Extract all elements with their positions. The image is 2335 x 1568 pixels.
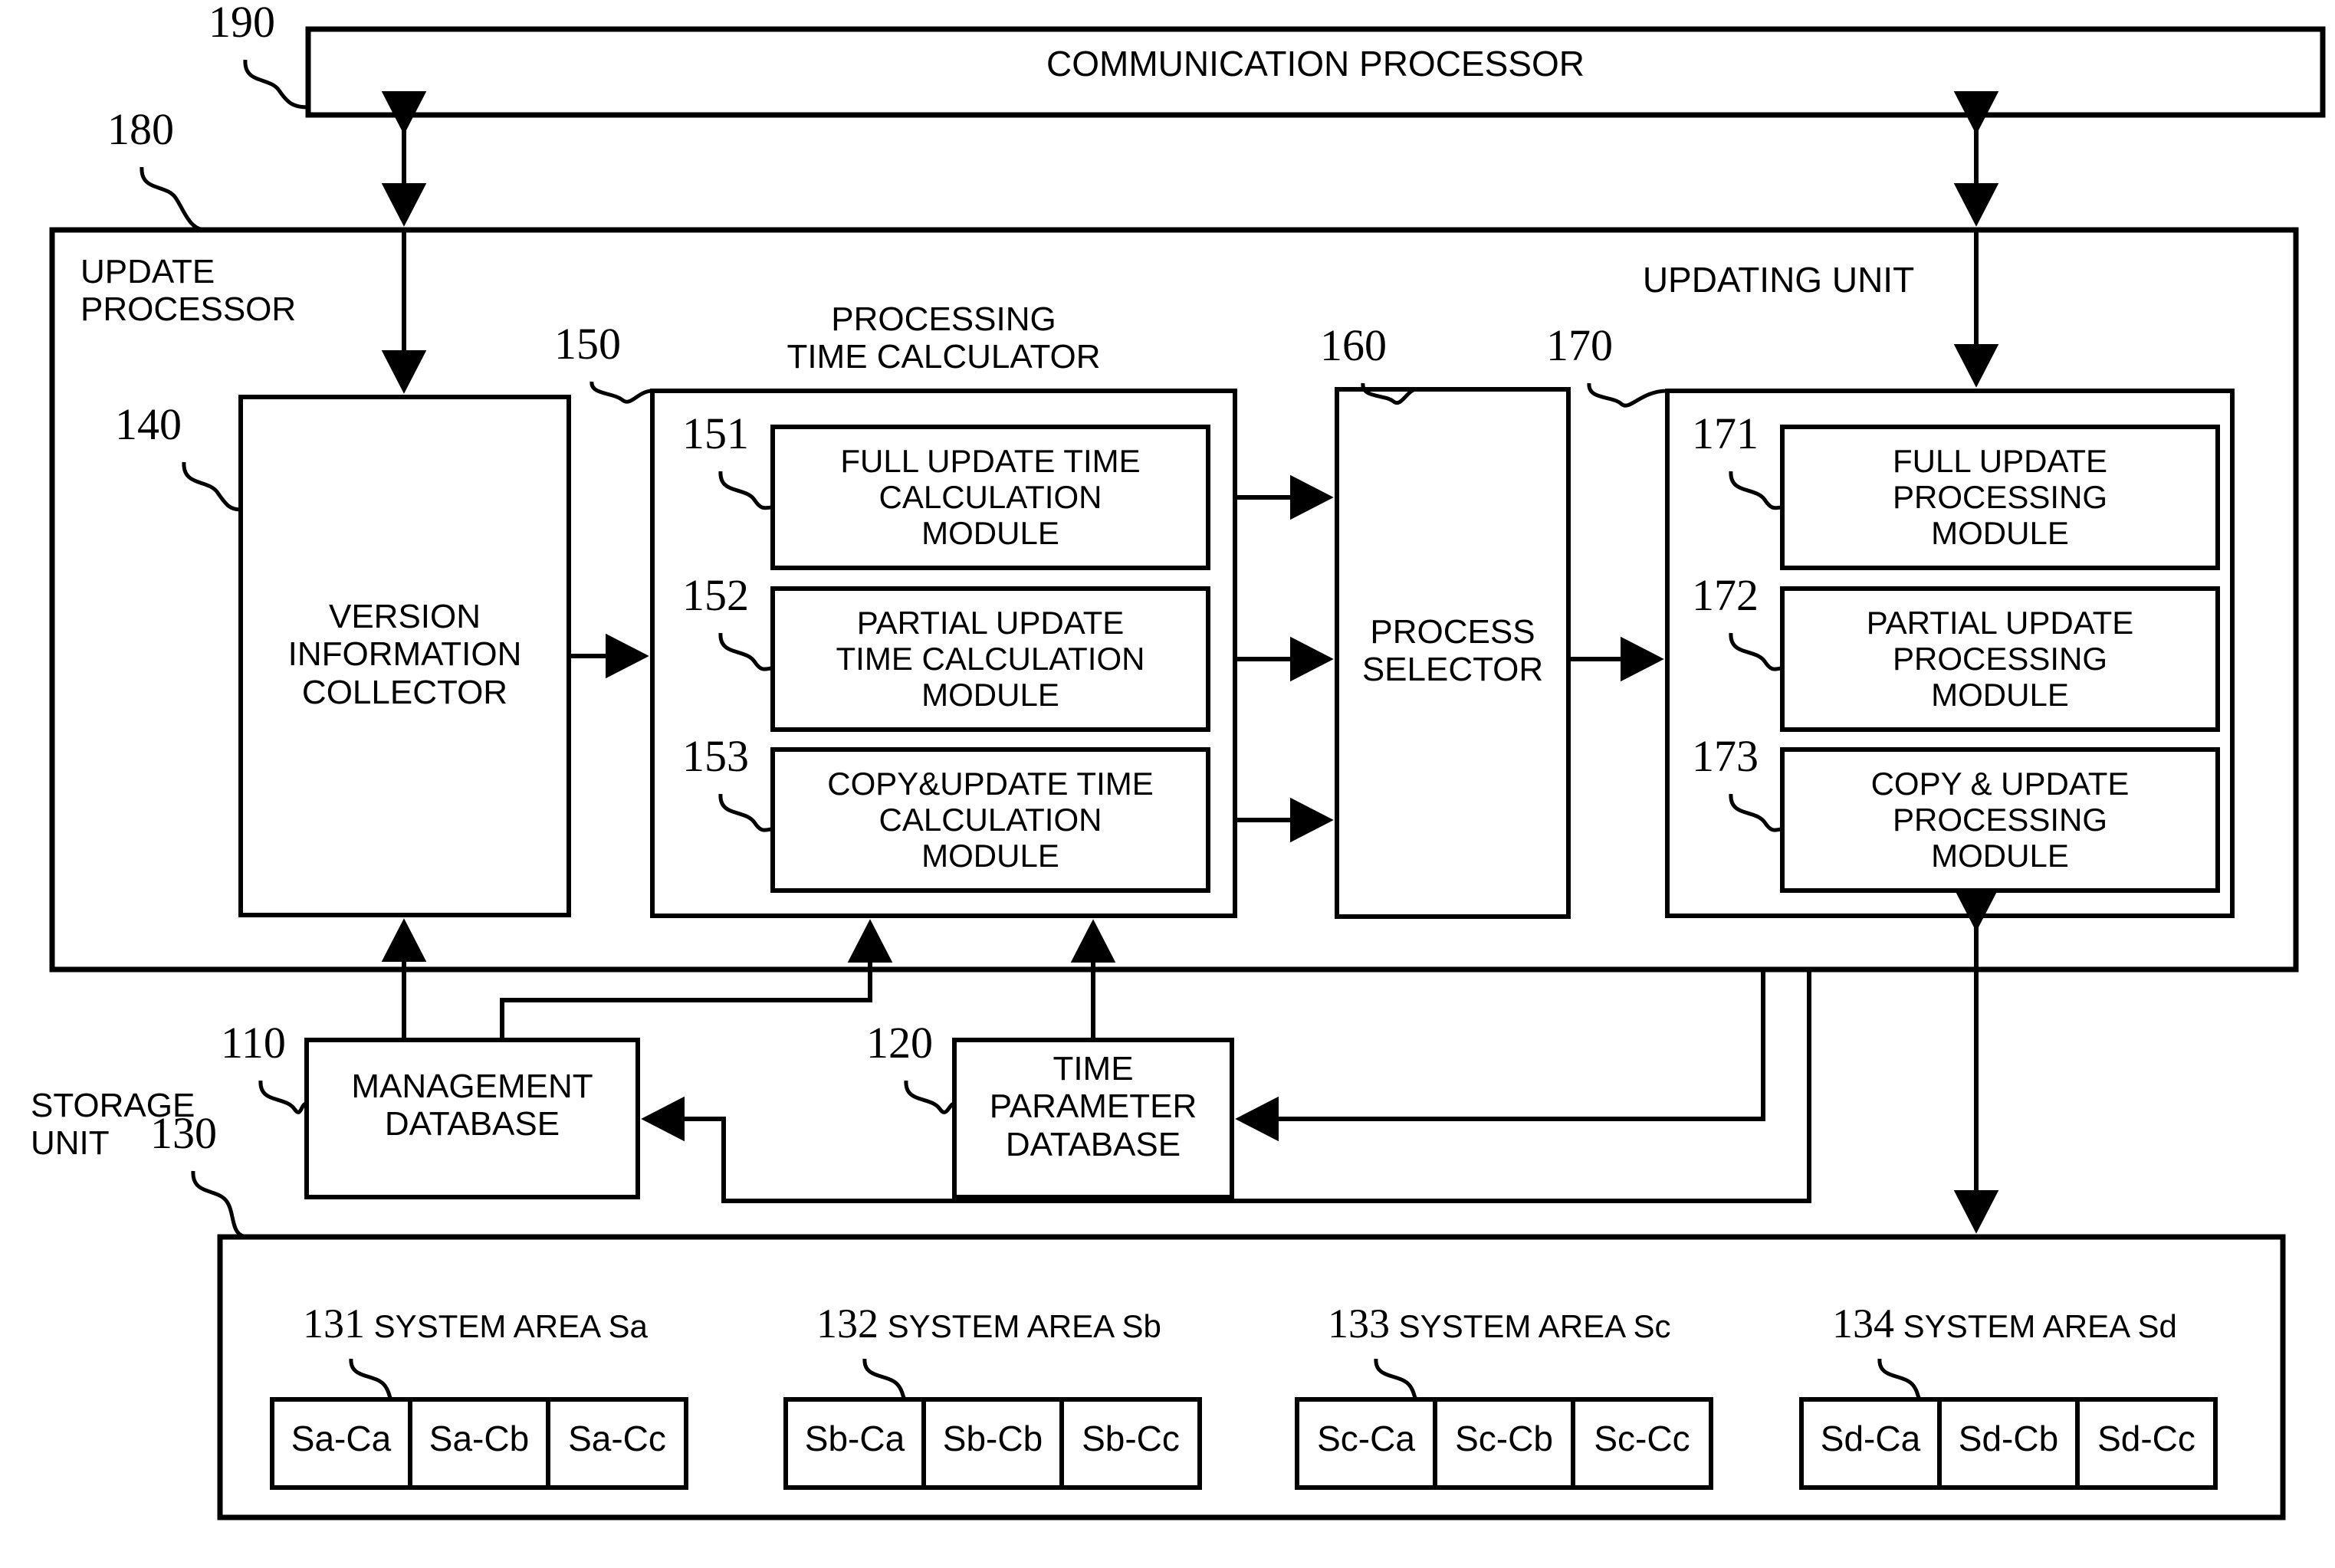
leader-173: [1729, 793, 1783, 832]
leader-133: [1374, 1358, 1420, 1402]
storage-unit-label: STORAGE UNIT: [31, 1087, 195, 1163]
partial-update-time-calculation-module-label: PARTIAL UPDATE TIME CALCULATION MODULE: [836, 605, 1145, 713]
ref-number-173: 173: [1692, 731, 1759, 781]
leader-130: [191, 1170, 249, 1239]
cell-sc-ca: Sc-Ca: [1317, 1419, 1415, 1458]
ref-number-170: 170: [1546, 320, 1613, 370]
leader-190: [243, 59, 309, 110]
cell-sd-cc: Sd-Cc: [2097, 1419, 2195, 1458]
leader-131: [349, 1358, 396, 1402]
system-area-sd-heading: 134 SYSTEM AREA Sd: [1832, 1303, 2231, 1344]
communication-processor-label: COMMUNICATION PROCESSOR: [1046, 44, 1585, 84]
leader-152: [718, 632, 773, 671]
ref-number-172: 172: [1692, 570, 1759, 620]
leader-151: [718, 471, 773, 510]
partial-update-processing-module-label: PARTIAL UPDATE PROCESSING MODULE: [1866, 605, 2134, 713]
full-update-processing-module-label: FULL UPDATE PROCESSING MODULE: [1892, 443, 2108, 552]
leader-150: [589, 381, 653, 404]
connector-management-db-to-time-calculator: [500, 919, 893, 1040]
processing-time-calculator-label: PROCESSING TIME CALCULATOR: [787, 300, 1101, 376]
leader-134: [1877, 1358, 1924, 1402]
leader-153: [718, 793, 773, 832]
system-area-sb-label: SYSTEM AREA Sb: [887, 1308, 1161, 1344]
system-area-sc-heading: 133 SYSTEM AREA Sc: [1328, 1303, 1726, 1344]
system-area-sa-heading: 131 SYSTEM AREA Sa: [303, 1303, 701, 1344]
full-update-time-calculation-module-label: FULL UPDATE TIME CALCULATION MODULE: [840, 443, 1141, 552]
system-area-sa-label: SYSTEM AREA Sa: [373, 1308, 648, 1344]
cell-sa-cb: Sa-Cb: [429, 1419, 530, 1458]
updating-unit-label: UPDATING UNIT: [1642, 260, 1915, 300]
leader-160: [1361, 382, 1417, 405]
ref-number-132: 132: [816, 1301, 878, 1347]
management-database-label: MANAGEMENT DATABASE: [351, 1068, 593, 1143]
ref-number-153: 153: [682, 731, 749, 781]
patent-figure-canvas: 190 180 140 150 151 152 153 160 170 171 …: [0, 0, 2335, 1568]
system-area-sc-label: SYSTEM AREA Sc: [1398, 1308, 1671, 1344]
copy-update-processing-module-label: COPY & UPDATE PROCESSING MODULE: [1870, 766, 2130, 874]
ref-number-150: 150: [554, 319, 621, 369]
connector-updating-unit-to-time-param-db: [1235, 969, 1765, 1142]
update-processor-label: UPDATE PROCESSOR: [80, 253, 297, 329]
cell-sa-ca: Sa-Ca: [291, 1419, 392, 1458]
leader-180: [140, 166, 206, 232]
ref-number-120: 120: [866, 1018, 933, 1068]
cell-sb-cc: Sb-Cc: [1082, 1419, 1180, 1458]
ref-number-152: 152: [682, 570, 749, 620]
system-area-sb-heading: 132 SYSTEM AREA Sb: [816, 1303, 1215, 1344]
leader-171: [1729, 471, 1783, 510]
leader-120: [904, 1080, 955, 1114]
time-parameter-database-label: TIME PARAMETER DATABASE: [989, 1050, 1197, 1163]
leader-172: [1729, 632, 1783, 671]
ref-number-160: 160: [1320, 320, 1387, 370]
leader-140: [182, 461, 241, 512]
ref-number-180: 180: [107, 104, 174, 154]
process-selector-label: PROCESS SELECTOR: [1361, 613, 1544, 689]
leader-170: [1587, 382, 1668, 408]
copy-update-time-calculation-module-label: COPY&UPDATE TIME CALCULATION MODULE: [827, 766, 1154, 874]
ref-number-133: 133: [1328, 1301, 1390, 1347]
ref-number-110: 110: [221, 1018, 286, 1068]
storage-unit-box: [217, 1234, 2286, 1520]
ref-number-190: 190: [209, 0, 275, 47]
ref-number-131: 131: [303, 1301, 365, 1347]
cell-sd-ca: Sd-Ca: [1820, 1419, 1921, 1458]
cell-sa-cc: Sa-Cc: [568, 1419, 666, 1458]
cell-sb-cb: Sb-Cb: [942, 1419, 1043, 1458]
leader-132: [862, 1358, 909, 1402]
system-area-sd-label: SYSTEM AREA Sd: [1903, 1308, 2177, 1344]
ref-number-171: 171: [1692, 408, 1759, 458]
version-information-collector-label: VERSION INFORMATION COLLECTOR: [287, 598, 522, 711]
cell-sc-cb: Sc-Cb: [1455, 1419, 1553, 1458]
ref-number-134: 134: [1832, 1301, 1894, 1347]
ref-number-151: 151: [682, 408, 749, 458]
cell-sd-cb: Sd-Cb: [1958, 1419, 2059, 1458]
cell-sc-cc: Sc-Cc: [1594, 1419, 1690, 1458]
ref-number-140: 140: [115, 399, 182, 449]
cell-sb-ca: Sb-Ca: [804, 1419, 905, 1458]
